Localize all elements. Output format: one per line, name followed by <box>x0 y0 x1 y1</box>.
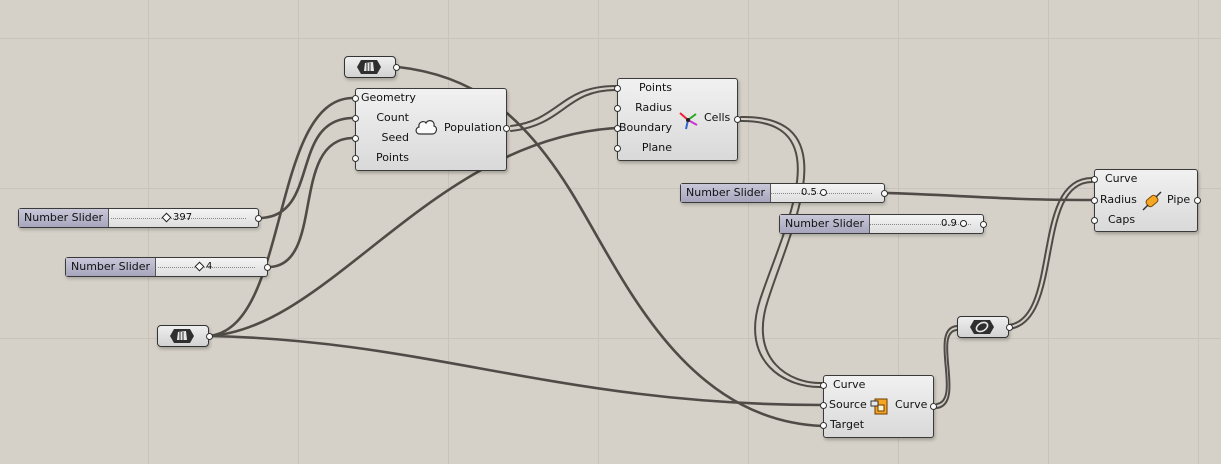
input-label-caps: Caps <box>1108 213 1136 226</box>
input-pin-radius[interactable] <box>614 105 621 112</box>
input-label-radius: Radius <box>1100 193 1137 206</box>
wire-curveparam-to-pipe-b <box>1008 181 1093 330</box>
input-label-radius: Radius <box>635 101 672 114</box>
pipe-component[interactable]: Curve Radius Caps Pipe <box>1091 169 1201 232</box>
output-pin[interactable] <box>980 221 987 228</box>
curve-param[interactable] <box>957 316 1013 338</box>
input-label-geometry: Geometry <box>361 91 416 104</box>
brep-param-bottom[interactable] <box>157 325 213 347</box>
input-label-curve: Curve <box>1105 172 1138 185</box>
slider-value: 0.9 <box>941 218 957 229</box>
input-label-seed: Seed <box>381 131 410 144</box>
output-pin[interactable] <box>881 190 888 197</box>
input-label-target: Target <box>830 418 865 431</box>
brep-param-top[interactable] <box>344 56 400 78</box>
output-pin-curve[interactable] <box>930 403 937 410</box>
input-label-count: Count <box>376 111 409 124</box>
output-label-pipe: Pipe <box>1167 193 1191 206</box>
output-pin-pipe[interactable] <box>1194 197 1201 204</box>
wire-project-to-curveparam-a <box>936 325 958 405</box>
slider-name: Number Slider <box>66 258 157 276</box>
input-pin-plane[interactable] <box>614 145 621 152</box>
slider-value: 397 <box>173 212 193 223</box>
input-label-curve: Curve <box>833 378 866 391</box>
output-pin-cells[interactable] <box>734 116 741 123</box>
output-label-curve: Curve <box>895 398 928 411</box>
wire-project-to-curveparam-b <box>936 329 958 409</box>
cloud-icon <box>415 120 438 135</box>
input-pin-curve[interactable] <box>1091 176 1098 183</box>
input-label-points: Points <box>638 81 672 94</box>
input-pin-caps[interactable] <box>1091 217 1098 224</box>
slider-knob[interactable] <box>960 220 967 227</box>
output-pin[interactable] <box>206 333 213 340</box>
output-pin[interactable] <box>264 264 271 271</box>
voronoi-icon <box>679 112 698 130</box>
input-label-points: Points <box>375 151 409 164</box>
number-slider-seed[interactable]: Number Slider 4 <box>65 257 271 277</box>
input-pin-points[interactable] <box>614 85 621 92</box>
slider-name: Number Slider <box>681 184 772 202</box>
slider-knob[interactable] <box>820 189 827 196</box>
pipe-icon <box>1142 191 1162 211</box>
slider-knob[interactable] <box>194 261 205 272</box>
input-pin-count[interactable] <box>352 115 359 122</box>
project-component[interactable]: Curve Source Target Curve <box>820 375 937 438</box>
input-pin-target[interactable] <box>820 422 827 429</box>
curve-param-icon <box>970 320 994 334</box>
output-pin-population[interactable] <box>503 125 510 132</box>
slider-name: Number Slider <box>780 215 871 233</box>
input-pin-geometry[interactable] <box>352 95 359 102</box>
input-label-plane: Plane <box>641 141 672 154</box>
project-icon <box>870 398 888 415</box>
wire-population-to-points-b <box>510 89 617 132</box>
input-label-boundary: Boundary <box>619 121 672 134</box>
brep-param-icon <box>170 329 194 343</box>
number-slider-radius[interactable]: Number Slider 0.5 <box>680 183 888 203</box>
input-pin-source[interactable] <box>820 402 827 409</box>
slider-name: Number Slider <box>19 209 110 227</box>
voronoi-component[interactable]: Points Radius Boundary Plane Cells <box>614 78 741 161</box>
input-pin-points[interactable] <box>352 155 359 162</box>
wire-cells-to-curve-a <box>740 115 823 385</box>
brep-param-icon <box>357 60 381 74</box>
wire-brep-bottom-to-source <box>206 334 824 407</box>
wire-layer <box>206 65 1094 428</box>
output-pin[interactable] <box>1006 324 1013 331</box>
input-label-source: Source <box>829 398 867 411</box>
output-pin[interactable] <box>255 215 262 222</box>
number-slider-count[interactable]: Number Slider 397 <box>18 208 262 228</box>
input-pin-curve[interactable] <box>820 382 827 389</box>
slider-value: 4 <box>206 261 213 272</box>
number-slider-extra[interactable]: Number Slider 0.9 <box>779 214 987 234</box>
input-pin-seed[interactable] <box>352 135 359 142</box>
output-label-cells: Cells <box>704 111 731 124</box>
slider-knob[interactable] <box>161 212 172 223</box>
output-pin[interactable] <box>393 64 400 71</box>
slider-value: 0.5 <box>801 187 817 198</box>
populate-component[interactable]: Geometry Count Seed Points Population <box>352 88 510 171</box>
wire-cells-to-curve-b <box>740 119 823 389</box>
output-label-population: Population <box>444 121 502 134</box>
input-pin-radius[interactable] <box>1091 197 1098 204</box>
